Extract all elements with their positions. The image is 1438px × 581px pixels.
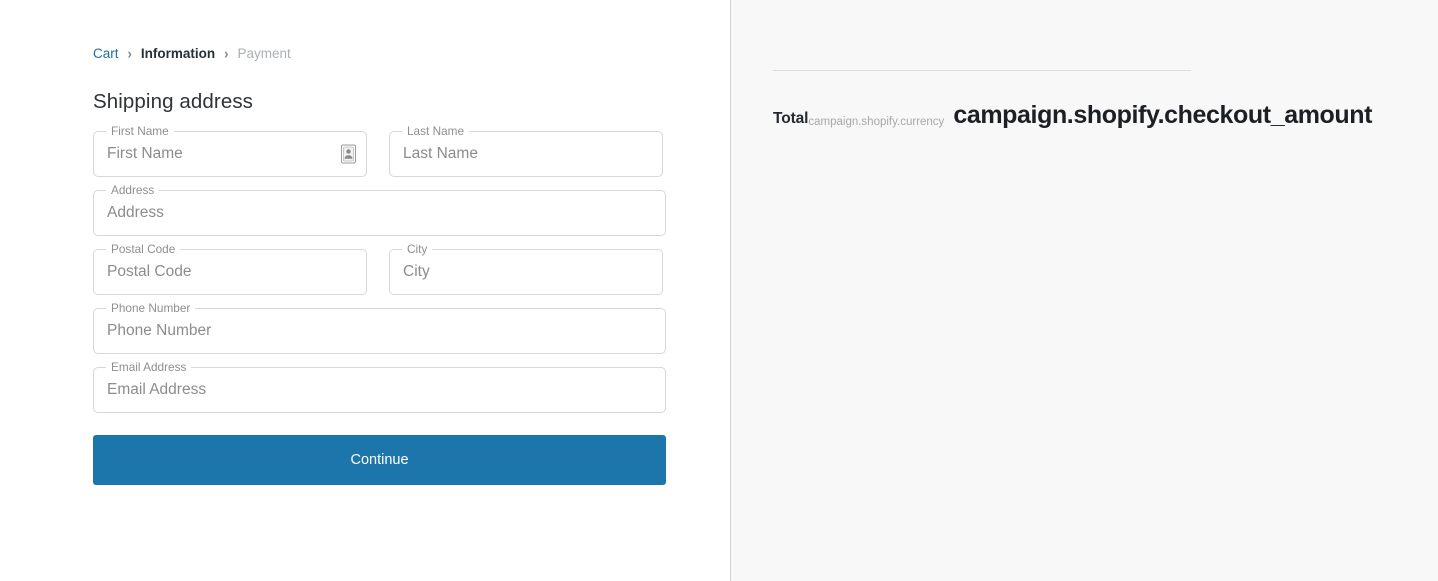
checkout-form-panel: Cart › Information › Payment Shipping ad…: [0, 0, 731, 581]
shipping-address-form: First Name Last Name: [93, 124, 666, 485]
address-input[interactable]: [94, 191, 665, 235]
checkout-page: Cart › Information › Payment Shipping ad…: [0, 0, 1438, 581]
page-title: Shipping address: [93, 90, 254, 113]
order-total-row: Total campaign.shopify.currency campaign…: [773, 101, 1372, 130]
phone-number-field[interactable]: Phone Number: [93, 301, 666, 354]
first-name-field[interactable]: First Name: [93, 124, 367, 177]
address-field[interactable]: Address: [93, 183, 666, 236]
form-row-postal-city: Postal Code City: [93, 242, 666, 295]
first-name-input[interactable]: [94, 132, 366, 176]
email-address-input[interactable]: [94, 368, 665, 412]
email-address-field[interactable]: Email Address: [93, 360, 666, 413]
order-summary: Total campaign.shopify.currency campaign…: [773, 70, 1372, 130]
breadcrumb: Cart › Information › Payment: [93, 44, 666, 64]
form-row-address: Address: [93, 183, 666, 236]
breadcrumb-item-information[interactable]: Information: [141, 44, 215, 64]
continue-button[interactable]: Continue: [93, 435, 666, 485]
total-currency: campaign.shopify.currency: [808, 116, 945, 128]
last-name-input[interactable]: [390, 132, 662, 176]
postal-code-input[interactable]: [94, 250, 366, 294]
form-row-email: Email Address: [93, 360, 666, 413]
breadcrumb-item-cart[interactable]: Cart: [93, 44, 119, 64]
breadcrumb-chevron-right-icon: ›: [127, 44, 132, 63]
total-label: Total: [773, 110, 809, 127]
total-amount: campaign.shopify.checkout_amount: [953, 101, 1373, 129]
breadcrumb-item-payment[interactable]: Payment: [237, 44, 290, 64]
order-summary-panel: Total campaign.shopify.currency campaign…: [731, 0, 1438, 581]
last-name-field[interactable]: Last Name: [389, 124, 663, 177]
city-input[interactable]: [390, 250, 662, 294]
city-field[interactable]: City: [389, 242, 663, 295]
form-row-phone: Phone Number: [93, 301, 666, 354]
summary-divider: [773, 70, 1191, 71]
phone-number-input[interactable]: [94, 309, 665, 353]
postal-code-field[interactable]: Postal Code: [93, 242, 367, 295]
form-row-name: First Name Last Name: [93, 124, 666, 177]
breadcrumb-chevron-right-icon: ›: [224, 44, 229, 63]
contact-card-icon[interactable]: [341, 144, 356, 164]
